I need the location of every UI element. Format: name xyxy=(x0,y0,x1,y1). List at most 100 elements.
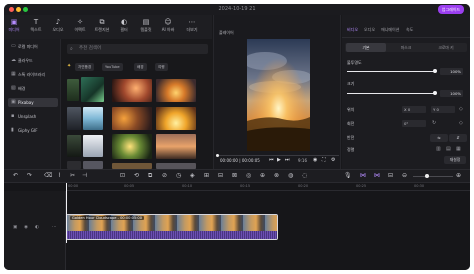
crop-icon[interactable]: ◈ xyxy=(190,172,195,179)
split-icon[interactable]: ✂ xyxy=(70,172,75,179)
media-thumbnail[interactable] xyxy=(83,135,103,157)
zoom-slider[interactable] xyxy=(413,174,453,178)
settings-icon[interactable]: ⚙ xyxy=(331,157,335,163)
crop-icon[interactable]: ⊠ xyxy=(232,172,237,179)
crop-icon[interactable]: ⊞ xyxy=(204,172,209,179)
position-y-field[interactable]: Y 0 xyxy=(431,106,455,113)
flip-vertical-button[interactable]: ⇵ xyxy=(449,134,467,142)
crop-icon[interactable]: ◷ xyxy=(176,172,181,179)
mic-icon[interactable]: 🎙 xyxy=(344,172,352,179)
tool-transitions[interactable]: ⧉ 트랜지션 xyxy=(94,17,110,37)
zoom-in-icon[interactable]: ⊕ xyxy=(456,172,461,179)
link-icon[interactable]: ⋈ xyxy=(374,172,380,179)
time-ruler[interactable]: 00:00 00:05 00:10 00:15 00:20 00:25 00:3… xyxy=(66,183,470,191)
align-icon[interactable]: ▤ xyxy=(446,146,451,152)
visibility-icon[interactable]: ◉ xyxy=(24,225,28,230)
tool-effects[interactable]: ✧ 이펙트 xyxy=(72,17,88,37)
tool-text[interactable]: T 텍스트 xyxy=(28,17,44,37)
rotate-icon[interactable]: ↻ xyxy=(432,120,436,126)
tool-ai[interactable]: ☺ AI 아바 xyxy=(160,17,176,37)
media-thumbnail[interactable] xyxy=(67,161,81,169)
mute-icon[interactable]: ◐ xyxy=(35,225,39,230)
media-thumbnail[interactable] xyxy=(112,134,152,159)
opacity-value[interactable]: 100% xyxy=(440,68,463,75)
nav-giphy[interactable]: ▮ Giphy GIF xyxy=(8,126,58,135)
tool-more[interactable]: ⋯ 더보기 xyxy=(184,17,200,37)
playback-knob[interactable] xyxy=(216,154,219,157)
fullscreen-icon[interactable]: ⛶ xyxy=(322,157,326,163)
crop-icon[interactable]: ⟲ xyxy=(134,172,139,179)
crop-icon[interactable]: ⊡ xyxy=(120,172,125,179)
align-icon[interactable]: ▦ xyxy=(456,146,461,152)
crop-icon[interactable]: ⧉ xyxy=(148,172,152,180)
media-thumbnail[interactable] xyxy=(83,161,103,169)
media-thumbnail[interactable] xyxy=(156,107,196,130)
split-icon[interactable]: ⊣ xyxy=(82,172,87,179)
nav-stock-library[interactable]: ▦ 스톡 라이브러리 xyxy=(8,70,58,79)
nav-local-media[interactable]: ▭ 로컬 미디어 xyxy=(8,42,58,51)
scale-value[interactable]: 100% xyxy=(440,90,463,97)
next-frame-icon[interactable]: ⏭ xyxy=(285,157,290,163)
tab-animation[interactable]: 애니메이션 xyxy=(381,27,399,33)
crop-icon[interactable]: ◍ xyxy=(288,172,293,179)
tool-template[interactable]: ▤ 템플릿 xyxy=(138,17,154,37)
segment-chroma-key[interactable]: 크로마 키 xyxy=(426,43,466,52)
nav-background[interactable]: ▧ 배경 xyxy=(8,84,58,93)
nav-unsplash[interactable]: ▪ Unsplash xyxy=(8,112,58,121)
media-thumbnail[interactable] xyxy=(67,79,79,101)
media-thumbnail[interactable] xyxy=(67,135,81,157)
search-input[interactable]: ⌕ 추천 검색어 xyxy=(67,44,208,54)
media-thumbnail[interactable] xyxy=(67,107,81,130)
media-thumbnail[interactable] xyxy=(83,107,103,130)
align-icon[interactable]: ▥ xyxy=(436,146,441,152)
chip-nature[interactable]: 자연풍경 xyxy=(75,63,95,71)
redo-icon[interactable]: ↷ xyxy=(27,172,32,179)
aspect-ratio[interactable]: 9:16 xyxy=(298,158,307,163)
magnet-icon[interactable]: ⋈ xyxy=(360,172,366,179)
media-thumbnail[interactable] xyxy=(156,79,196,102)
chip-youtube[interactable]: YouTube xyxy=(102,63,123,71)
crop-icon[interactable]: ◌ xyxy=(302,172,307,179)
prev-frame-icon[interactable]: ⏮ xyxy=(269,157,274,163)
split-icon[interactable]: ⌇ xyxy=(58,172,61,179)
tab-audio[interactable]: 오디오 xyxy=(364,27,375,33)
segment-mask[interactable]: 마스크 xyxy=(386,43,426,52)
opacity-slider[interactable] xyxy=(347,69,437,73)
crop-icon[interactable]: ⊕ xyxy=(260,172,265,179)
snapshot-icon[interactable]: ◉ xyxy=(313,157,317,163)
reset-button[interactable]: 재설정 xyxy=(444,156,466,164)
tool-filter[interactable]: ◐ 필터 xyxy=(116,17,132,37)
segment-basic[interactable]: 기본 xyxy=(346,43,386,52)
flip-horizontal-button[interactable]: ⇋ xyxy=(430,134,448,142)
nav-cloud[interactable]: ☁ 클라우드 xyxy=(8,56,58,65)
crop-icon[interactable]: ◎ xyxy=(246,172,251,179)
upgrade-button[interactable]: 업그레이드 xyxy=(438,5,464,14)
media-thumbnail[interactable] xyxy=(112,107,152,130)
video-preview[interactable] xyxy=(247,39,310,151)
chip-background[interactable]: 배경 xyxy=(134,63,147,71)
scale-slider[interactable] xyxy=(347,91,437,95)
crop-icon[interactable]: ⊘ xyxy=(162,172,167,179)
tab-video[interactable]: 비디오 xyxy=(347,27,358,33)
tab-speed[interactable]: 속도 xyxy=(406,27,413,33)
position-x-field[interactable]: X 0 xyxy=(402,106,426,113)
zoom-knob[interactable] xyxy=(425,174,429,178)
lock-icon[interactable]: ▣ xyxy=(13,225,17,230)
keyframe-icon[interactable]: ◇ xyxy=(459,106,463,112)
media-thumbnail[interactable] xyxy=(112,79,152,102)
scale-knob[interactable] xyxy=(433,91,437,95)
crop-icon[interactable]: ⊗ xyxy=(274,172,279,179)
media-thumbnail[interactable] xyxy=(156,134,196,159)
preview-icon[interactable]: ⊟ xyxy=(388,172,393,179)
rotate-field[interactable]: 0° xyxy=(402,120,426,127)
chip-travel[interactable]: 여행 xyxy=(155,63,168,71)
track-menu-icon[interactable]: ⋯ xyxy=(52,225,57,230)
video-clip[interactable]: Golden Hour Cloudscape - 00:00:05:00 xyxy=(66,214,278,240)
media-thumbnail[interactable] xyxy=(81,77,104,102)
nav-pixabay[interactable]: ▣ Pixabay xyxy=(8,98,58,107)
playhead[interactable] xyxy=(66,183,67,243)
undo-icon[interactable]: ↶ xyxy=(13,172,18,179)
crop-icon[interactable]: ⊟ xyxy=(218,172,223,179)
delete-icon[interactable]: ⌫ xyxy=(44,172,52,179)
playback-progress[interactable] xyxy=(216,154,339,157)
